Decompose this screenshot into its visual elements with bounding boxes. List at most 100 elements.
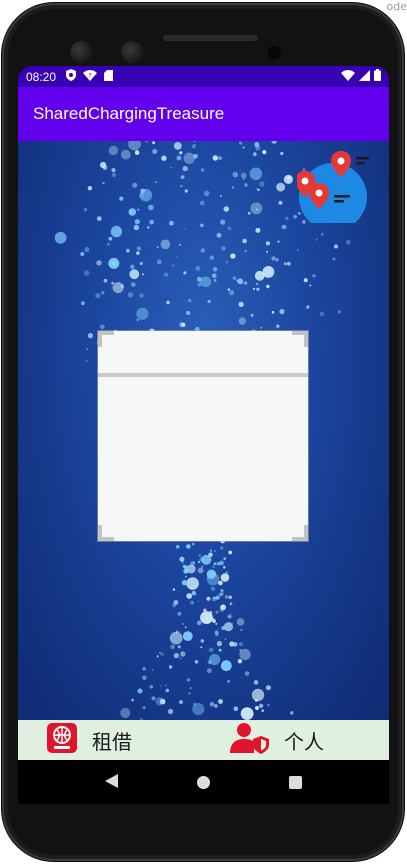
bubble	[205, 616, 209, 621]
bubble	[258, 703, 264, 708]
bubble	[108, 257, 120, 269]
bubble	[196, 276, 202, 282]
bubble	[169, 631, 183, 645]
bubble	[213, 562, 217, 566]
svg-text:?: ?	[88, 72, 91, 79]
status-bar: 08:20 ?	[18, 66, 389, 87]
bubble	[178, 700, 184, 705]
bubble	[102, 181, 105, 185]
nav-item-personal[interactable]: 个人	[230, 720, 324, 760]
scan-corner-top-right	[292, 331, 308, 347]
bubble	[220, 546, 224, 550]
back-button[interactable]	[105, 773, 119, 792]
bubble	[200, 276, 212, 288]
bubble	[285, 216, 289, 220]
bubble	[180, 651, 186, 657]
bubble	[149, 219, 154, 225]
bubble	[96, 216, 102, 222]
bubble	[216, 640, 223, 647]
bubble	[133, 224, 140, 231]
bubble	[87, 333, 93, 339]
qr-scan-frame[interactable]	[98, 331, 308, 541]
bubble	[296, 249, 299, 251]
bubble	[345, 239, 351, 245]
bubble	[182, 165, 188, 172]
bubble	[242, 238, 247, 244]
bubble	[80, 252, 85, 256]
bubble	[194, 144, 196, 146]
bubble	[103, 278, 108, 283]
bubble	[177, 645, 181, 649]
bubble	[189, 687, 192, 690]
bubble	[160, 652, 164, 656]
bubble	[218, 156, 223, 160]
bubble	[210, 586, 216, 591]
bubble	[182, 631, 193, 641]
bubble	[271, 141, 277, 144]
bubble	[177, 611, 182, 616]
bubble	[129, 269, 140, 280]
bubble	[161, 155, 167, 161]
scan-line	[98, 373, 308, 377]
bubble	[230, 253, 236, 259]
bubble	[137, 208, 140, 211]
bubble	[192, 561, 195, 564]
bubble	[219, 560, 225, 566]
bubble	[83, 270, 90, 276]
bubble	[155, 181, 157, 183]
nav-item-rent[interactable]: 租借	[46, 720, 132, 760]
bubble	[221, 246, 226, 251]
bubble	[254, 142, 260, 147]
bubble	[213, 596, 216, 599]
bubble	[156, 655, 159, 658]
bubble	[96, 260, 102, 266]
bubble	[130, 264, 135, 269]
scan-corner-bottom-right	[292, 525, 308, 541]
bubble	[215, 610, 219, 614]
bubble	[184, 626, 187, 629]
device-screen: 08:20 ? SharedChargingTreasure 租借 个人	[18, 66, 389, 804]
bubble	[226, 261, 228, 264]
bubble	[203, 190, 210, 197]
bubble	[155, 697, 164, 706]
recents-button[interactable]	[288, 775, 302, 789]
bubble	[131, 698, 134, 702]
bubble	[127, 292, 134, 298]
bubble	[214, 550, 216, 552]
bubble	[142, 667, 146, 671]
bubble	[186, 678, 191, 682]
bubble	[201, 565, 204, 568]
bubble	[136, 318, 139, 322]
bubble	[193, 702, 197, 706]
home-button[interactable]	[197, 775, 211, 789]
bubble	[188, 584, 192, 587]
bubble	[134, 219, 140, 225]
system-navigation-bar	[18, 760, 389, 804]
bubble	[160, 685, 162, 687]
user-shield-icon	[230, 722, 270, 758]
bubble	[227, 613, 233, 619]
bubble	[180, 175, 185, 179]
bubble	[262, 150, 267, 155]
bubble	[229, 602, 233, 606]
bubble	[84, 247, 90, 253]
bubble	[206, 668, 212, 674]
bubble	[247, 211, 251, 215]
bubble	[176, 155, 182, 161]
bubble	[315, 238, 318, 241]
bubble	[256, 287, 260, 291]
bubble	[100, 161, 107, 169]
scan-background	[18, 141, 389, 720]
map-button[interactable]	[295, 151, 370, 231]
bubble	[179, 657, 182, 660]
window-corner-text: ode	[386, 0, 407, 13]
bubble	[170, 166, 173, 169]
bubble	[239, 649, 242, 652]
bubble	[151, 696, 156, 701]
bubble	[186, 564, 196, 574]
bubble	[183, 271, 187, 275]
bubble	[213, 279, 217, 282]
bubble	[179, 556, 185, 562]
bubble	[319, 311, 325, 317]
bubble	[185, 575, 187, 578]
